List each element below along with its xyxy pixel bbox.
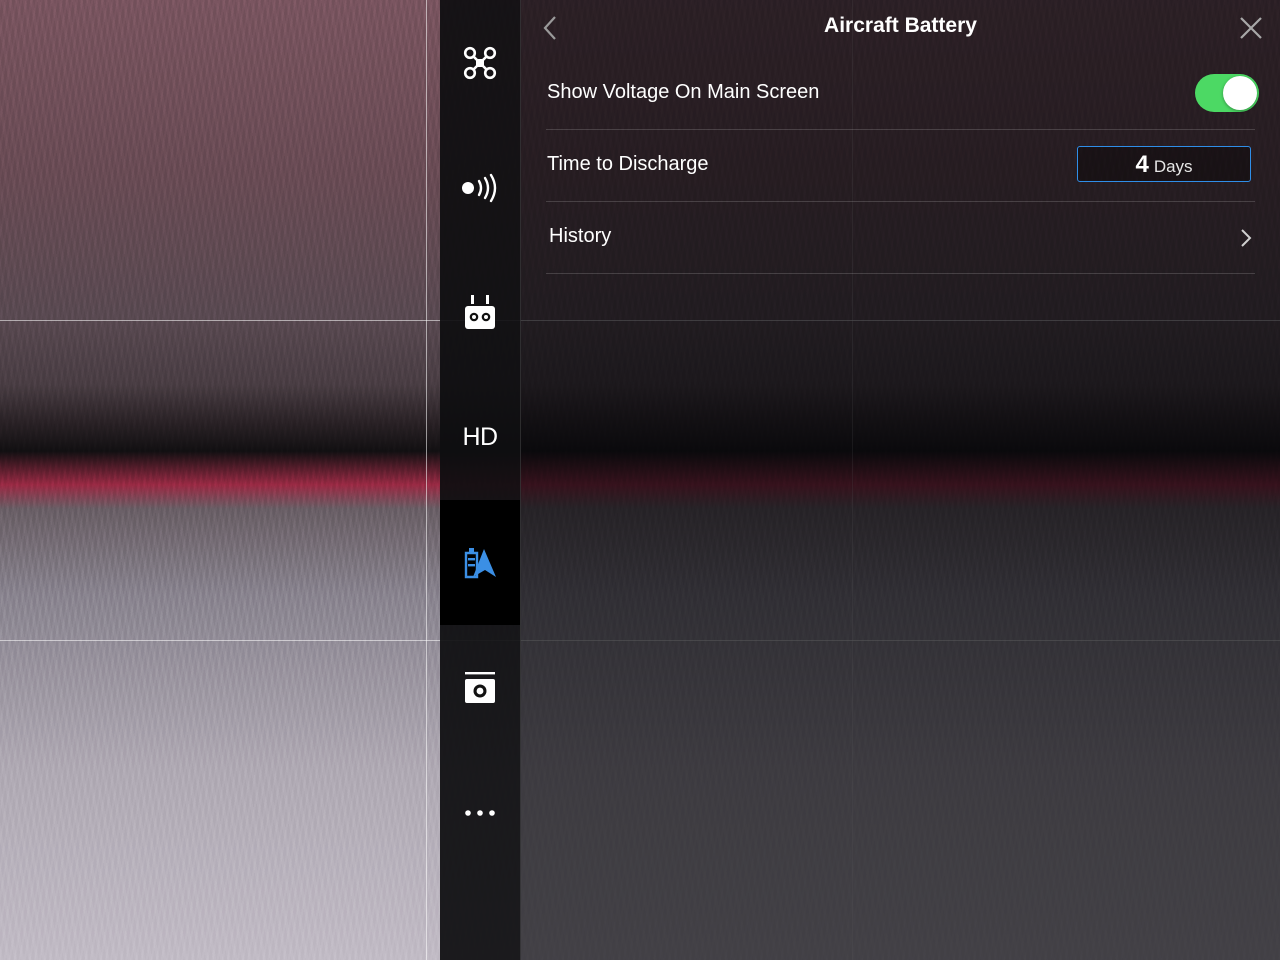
toggle-knob xyxy=(1223,76,1257,110)
sidebar-item-camera[interactable] xyxy=(440,625,520,750)
history-row[interactable]: History xyxy=(546,201,1255,274)
more-icon xyxy=(465,809,495,816)
discharge-days-value: 4 xyxy=(1135,151,1149,178)
hd-transmission-icon: HD xyxy=(462,423,498,451)
time-to-discharge-row: Time to Discharge 4 Days xyxy=(546,129,1255,202)
chevron-right-icon xyxy=(1241,229,1252,247)
settings-sidebar: HD xyxy=(440,0,521,960)
sidebar-item-more[interactable] xyxy=(440,750,520,875)
sidebar-item-battery[interactable] xyxy=(440,500,520,625)
time-to-discharge-label: Time to Discharge xyxy=(547,153,709,175)
show-voltage-row: Show Voltage On Main Screen xyxy=(546,57,1259,130)
battery-icon xyxy=(464,547,496,578)
battery-settings-panel: Aircraft Battery Show Voltage On Main Sc… xyxy=(521,0,1280,960)
panel-title: Aircraft Battery xyxy=(824,14,977,37)
close-icon xyxy=(1240,17,1262,39)
app-screen: HD Aircraft Battery Show Voltage On Main… xyxy=(0,0,1280,960)
sidebar-item-hd[interactable]: HD xyxy=(440,375,520,500)
show-voltage-label: Show Voltage On Main Screen xyxy=(547,81,820,103)
grid-line xyxy=(426,0,427,960)
show-voltage-toggle[interactable] xyxy=(1195,74,1259,112)
aircraft-icon xyxy=(463,46,497,79)
sidebar-item-remote[interactable] xyxy=(440,250,520,375)
close-button[interactable] xyxy=(1238,15,1264,41)
signal-icon xyxy=(462,173,497,202)
panel-header: Aircraft Battery xyxy=(521,0,1280,56)
camera-icon xyxy=(465,671,495,703)
sidebar-item-aircraft[interactable] xyxy=(440,0,520,125)
remote-controller-icon xyxy=(465,294,495,329)
sidebar-item-signal[interactable] xyxy=(440,125,520,250)
discharge-days-unit: Days xyxy=(1153,157,1193,176)
time-to-discharge-input[interactable]: 4 Days xyxy=(1077,146,1251,182)
history-label: History xyxy=(549,225,612,247)
